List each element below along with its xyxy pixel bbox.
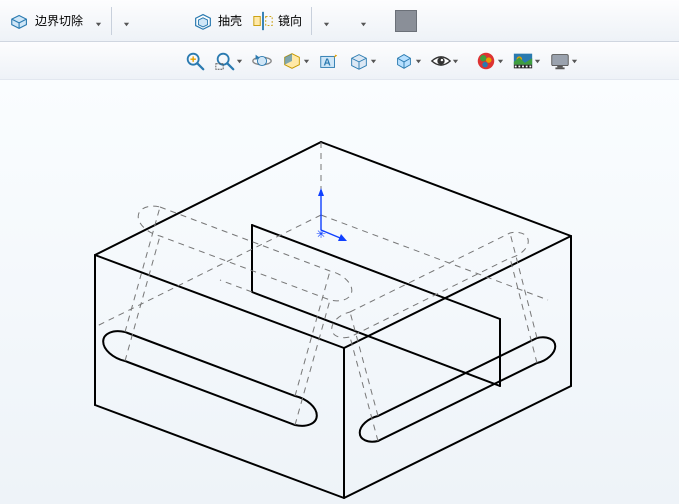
hide-show-items-button[interactable] bbox=[427, 45, 462, 77]
section-view-icon bbox=[281, 50, 303, 72]
display-style-button[interactable] bbox=[345, 45, 380, 77]
zoom-to-fit-button[interactable] bbox=[181, 45, 209, 77]
shell-label: 抽壳 bbox=[218, 12, 242, 29]
mirror-button[interactable]: 镜向 bbox=[247, 3, 307, 39]
chevron-down-icon bbox=[323, 17, 330, 24]
chevron-down-icon bbox=[415, 54, 422, 68]
display-style-icon bbox=[348, 50, 370, 72]
model-viewport[interactable]: ✳ bbox=[0, 80, 679, 504]
boundary-cut-button[interactable]: 边界切除 bbox=[4, 3, 88, 39]
zoom-fit-icon bbox=[184, 50, 206, 72]
shell-icon bbox=[192, 10, 214, 32]
apply-scene-button[interactable] bbox=[509, 45, 544, 77]
dropdown-1[interactable] bbox=[88, 3, 107, 39]
edit-appearance-button[interactable] bbox=[472, 45, 507, 77]
material-swatch-button[interactable] bbox=[390, 3, 422, 39]
separator bbox=[111, 7, 112, 35]
appearance-icon bbox=[475, 50, 497, 72]
zoom-area-icon bbox=[214, 50, 236, 72]
features-toolbar: 边界切除 抽壳 镜向 bbox=[0, 0, 679, 42]
model-3d: ✳ bbox=[0, 80, 679, 504]
dynamic-annotation-icon: A bbox=[318, 50, 340, 72]
separator bbox=[311, 7, 312, 35]
view-setting-icon bbox=[549, 50, 571, 72]
boundary-cut-label: 边界切除 bbox=[35, 12, 83, 29]
material-swatch bbox=[395, 10, 417, 32]
view-orientation-button[interactable] bbox=[390, 45, 425, 77]
shell-button[interactable]: 抽壳 bbox=[187, 3, 247, 39]
chevron-down-icon bbox=[236, 54, 243, 68]
chevron-down-icon bbox=[95, 17, 102, 24]
previous-view-button[interactable] bbox=[248, 45, 276, 77]
mirror-label: 镜向 bbox=[278, 12, 302, 29]
dropdown-2[interactable] bbox=[116, 3, 135, 39]
prev-view-icon bbox=[251, 50, 273, 72]
view-orientation-icon bbox=[393, 50, 415, 72]
chevron-down-icon bbox=[497, 54, 504, 68]
chevron-down-icon bbox=[452, 54, 459, 68]
view-settings-button[interactable] bbox=[546, 45, 581, 77]
section-view-button[interactable] bbox=[278, 45, 313, 77]
chevron-down-icon bbox=[123, 17, 130, 24]
zoom-to-area-button[interactable] bbox=[211, 45, 246, 77]
chevron-down-icon bbox=[534, 54, 541, 68]
chevron-down-icon bbox=[303, 54, 310, 68]
boundary-cut-icon bbox=[9, 10, 31, 32]
chevron-down-icon bbox=[360, 17, 367, 24]
origin-triad: ✳ bbox=[316, 188, 347, 241]
chevron-down-icon bbox=[571, 54, 578, 68]
dropdown-4[interactable] bbox=[353, 3, 372, 39]
chevron-down-icon bbox=[370, 54, 377, 68]
mirror-icon bbox=[252, 10, 274, 32]
view-toolbar: A bbox=[0, 42, 679, 80]
dropdown-3[interactable] bbox=[316, 3, 335, 39]
dynamic-annotation-button[interactable]: A bbox=[315, 45, 343, 77]
svg-text:✳: ✳ bbox=[316, 227, 326, 241]
svg-text:A: A bbox=[324, 57, 332, 68]
eye-icon bbox=[430, 50, 452, 72]
scene-icon bbox=[512, 50, 534, 72]
